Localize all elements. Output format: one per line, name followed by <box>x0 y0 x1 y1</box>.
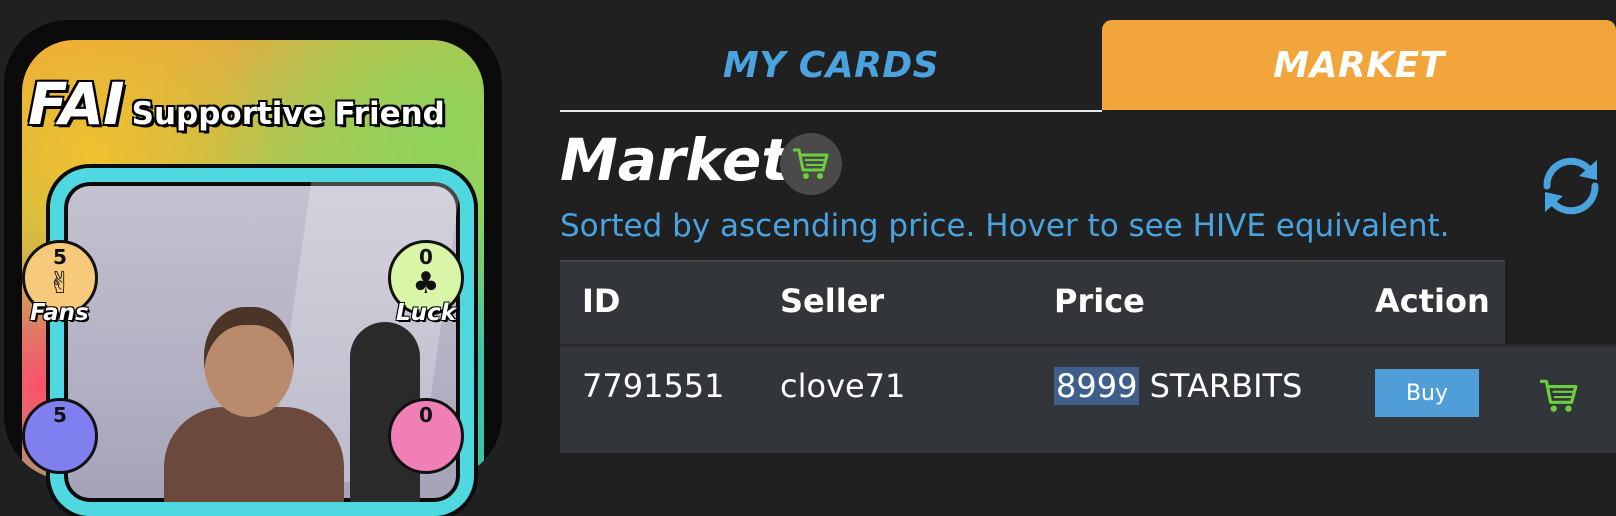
stat-third-value: 5 <box>53 403 67 427</box>
column-header-action: Action <box>1375 282 1490 320</box>
stat-fourth: 0 <box>388 398 464 474</box>
add-to-cart-button[interactable] <box>1538 377 1580 419</box>
cart-icon <box>1540 379 1578 412</box>
refresh-button[interactable] <box>1535 150 1607 222</box>
stat-fans-label: Fans <box>30 300 89 326</box>
cart-badge <box>780 133 842 195</box>
sort-hint: Sorted by ascending price. Hover to see … <box>560 208 1450 244</box>
cell-price: 8999 STARBITS <box>1054 367 1302 405</box>
card-title-name: FAI <box>28 70 125 138</box>
column-header-id: ID <box>582 282 621 320</box>
tab-market[interactable]: MARKET <box>1102 20 1616 110</box>
cell-id: 7791551 <box>582 367 725 405</box>
cell-seller: clove71 <box>780 367 906 405</box>
tab-my-cards[interactable]: MY CARDS <box>560 20 1102 112</box>
stat-luck-label: Luck <box>396 300 456 326</box>
card-title: FAI Supportive Friend <box>28 70 445 138</box>
column-header-seller: Seller <box>780 282 885 320</box>
price-currency: STARBITS <box>1149 367 1303 405</box>
column-header-price: Price <box>1054 282 1145 320</box>
buy-button[interactable]: Buy <box>1375 369 1479 417</box>
portrait-person-body <box>164 407 344 502</box>
table-header: ID Seller Price Action <box>560 260 1505 344</box>
clover-icon: ♣ <box>412 266 440 301</box>
refresh-icon <box>1543 157 1599 215</box>
price-amount[interactable]: 8999 <box>1054 367 1140 405</box>
portrait-person-head <box>204 307 294 417</box>
page-title: Market <box>560 126 790 194</box>
cart-icon <box>793 148 829 179</box>
stat-fourth-value: 0 <box>419 403 433 427</box>
table-row: 7791551 clove71 8999 STARBITS Buy <box>560 344 1616 453</box>
card-title-subtitle: Supportive Friend <box>131 96 445 132</box>
stat-third: 5 <box>22 398 98 474</box>
crowd-icon: ✌ <box>47 266 73 301</box>
